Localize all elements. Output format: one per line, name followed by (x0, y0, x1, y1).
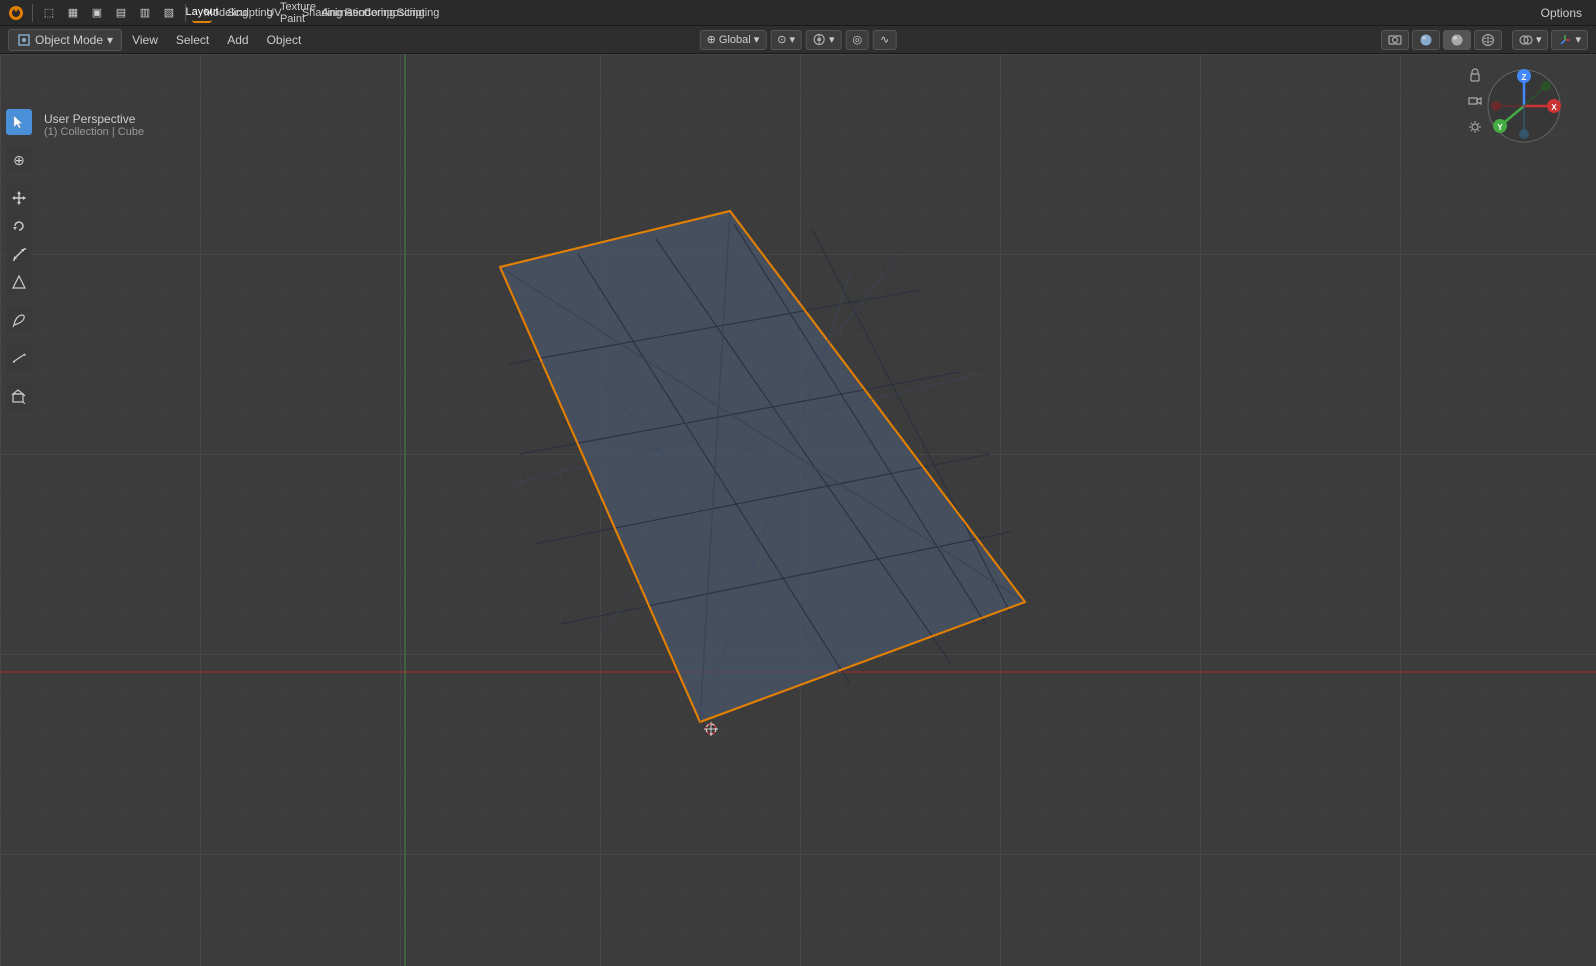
separator (32, 4, 33, 22)
viewport-shading-solid[interactable] (1443, 30, 1471, 50)
toggle-gizmo[interactable]: ▾ (1551, 30, 1588, 50)
layout-icon-4[interactable]: ▤ (111, 3, 131, 23)
camera-icon (1388, 33, 1402, 47)
tool-add-primitive[interactable] (6, 383, 32, 409)
annotate-icon (11, 312, 27, 328)
overlay-chevron: ▾ (1536, 33, 1542, 46)
sphere-wireframe-icon (1481, 33, 1495, 47)
menu-bar: Object Mode ▾ ⊕ Global ▾ ⊙ ▾ ▾ ◎ ∿ (0, 26, 1596, 54)
overlay-icon (1519, 33, 1533, 47)
add-primitive-icon (11, 388, 27, 404)
sphere-solid-icon (1450, 33, 1464, 47)
svg-text:X: X (1551, 103, 1557, 112)
move-icon (11, 190, 27, 206)
menu-object[interactable]: Object (259, 30, 310, 50)
tool-select[interactable] (6, 109, 32, 135)
origin-cursor (704, 722, 718, 736)
global-chevron: ▾ (754, 33, 760, 46)
tool-transform[interactable] (6, 269, 32, 295)
pivot-control[interactable]: ⊙ ▾ (770, 30, 802, 50)
gizmo-chevron: ▾ (1575, 33, 1581, 46)
workspace-tab-sculpt[interactable]: Sculpting (240, 3, 260, 23)
rotate-icon (11, 218, 27, 234)
viewport-shading-material[interactable] (1412, 30, 1440, 50)
global-icon: ⊕ (707, 33, 716, 46)
snap-chevron: ▾ (829, 33, 835, 46)
transform-icon (11, 274, 27, 290)
viewport-sun-icon[interactable] (1464, 116, 1486, 138)
layout-icon-5[interactable]: ▥ (135, 3, 155, 23)
toggle-overlay[interactable]: ▾ (1512, 30, 1549, 50)
mode-chevron: ▾ (107, 33, 113, 47)
layout-icon-2[interactable]: ▦ (63, 3, 83, 23)
toolbar-sep-4 (6, 335, 32, 343)
layout-icon-1[interactable]: ⬚ (39, 3, 59, 23)
options-label[interactable]: Options (1541, 6, 1582, 20)
proportional-icon2: ∿ (880, 33, 889, 46)
pivot-chevron: ▾ (789, 33, 795, 46)
viewport-lock-icon[interactable] (1464, 64, 1486, 86)
svg-text:Y: Y (1497, 123, 1503, 132)
blender-icon[interactable] (6, 3, 26, 23)
toolbar-sep-2 (6, 175, 32, 183)
tool-measure[interactable] (6, 345, 32, 371)
menu-add[interactable]: Add (219, 30, 256, 50)
workspace-tab-scripting[interactable]: Scripting (408, 3, 428, 23)
layout-icon-6[interactable]: ▧ (159, 3, 179, 23)
tool-scale[interactable] (6, 241, 32, 267)
sphere-shaded-icon (1419, 33, 1433, 47)
grid (0, 54, 1596, 966)
viewport-3d[interactable]: User Perspective (1) Collection | Cube ⊕ (0, 54, 1596, 966)
toolbar-sep-1 (6, 137, 32, 145)
top-bar: ⬚ ▦ ▣ ▤ ▥ ▧ Layout Modeling Sculpting UV… (0, 0, 1596, 26)
proportional-edit2[interactable]: ∿ (873, 30, 896, 50)
toolbar-sep-3 (6, 297, 32, 305)
pivot-icon: ⊙ (777, 33, 786, 46)
svg-text:Z: Z (1522, 73, 1527, 82)
snap-to-global[interactable]: ⊕ Global ▾ (700, 30, 767, 50)
tool-move[interactable] (6, 185, 32, 211)
measure-icon (11, 350, 27, 366)
mode-label: Object Mode (35, 33, 103, 47)
tool-annotate[interactable] (6, 307, 32, 333)
viewport-right-icons (1464, 64, 1486, 138)
global-label: Global (719, 34, 751, 46)
layout-icon-3[interactable]: ▣ (87, 3, 107, 23)
mode-icon (17, 33, 31, 47)
mode-dropdown[interactable]: Object Mode ▾ (8, 29, 122, 51)
gizmo-icon (1558, 33, 1572, 47)
tool-rotate[interactable] (6, 213, 32, 239)
scale-icon (11, 246, 27, 262)
left-toolbar: ⊕ (6, 109, 32, 409)
menu-view[interactable]: View (124, 30, 166, 50)
proportional-icon: ◎ (853, 33, 863, 46)
cursor-icon: ⊕ (13, 152, 25, 169)
toolbar-sep-5 (6, 373, 32, 381)
snap-control[interactable]: ▾ (806, 30, 842, 50)
proportional-edit[interactable]: ◎ (846, 30, 870, 50)
viewport-shading-rendered[interactable] (1381, 30, 1409, 50)
navigation-gizmo[interactable]: Z X Y (1484, 66, 1564, 146)
menu-select[interactable]: Select (168, 30, 217, 50)
viewport-shading-wireframe[interactable] (1474, 30, 1502, 50)
snap-icon (813, 33, 826, 46)
tool-cursor[interactable]: ⊕ (6, 147, 32, 173)
viewport-camera-icon[interactable] (1464, 90, 1486, 112)
